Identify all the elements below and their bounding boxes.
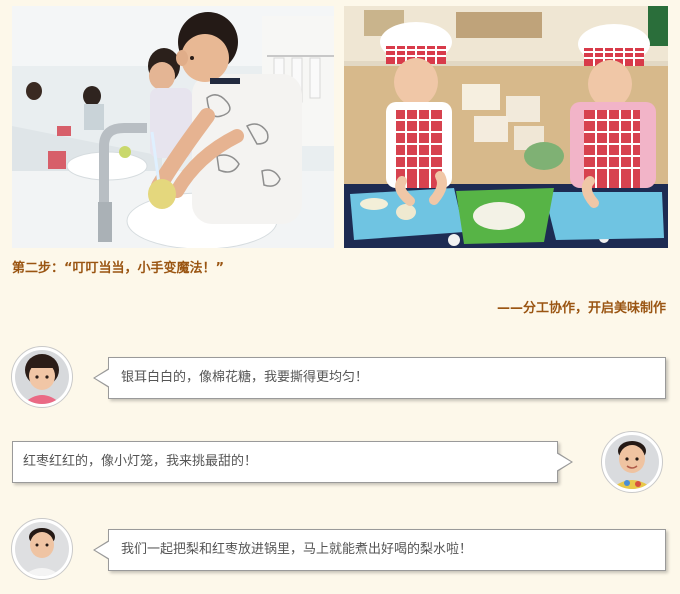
girl-avatar [11, 346, 73, 408]
children-washing-pears-photo [12, 6, 334, 248]
boy-avatar [601, 431, 663, 493]
step-subtitle: ——分工协作，开启美味制作 [496, 301, 666, 316]
boy-avatar [11, 518, 73, 580]
speech-bubble: 红枣红红的，像小灯笼，我来挑最甜的！ [12, 441, 573, 483]
speech-bubble: 银耳白白的，像棉花糖，我要撕得更均匀！ [93, 357, 666, 399]
step-title: 第二步：“叮叮当当，小手变魔法！” [12, 261, 225, 276]
speech-bubble: 我们一起把梨和红枣放进锅里，马上就能煮出好喝的梨水啦！ [93, 529, 666, 571]
children-cutting-pears-photo [344, 6, 668, 248]
